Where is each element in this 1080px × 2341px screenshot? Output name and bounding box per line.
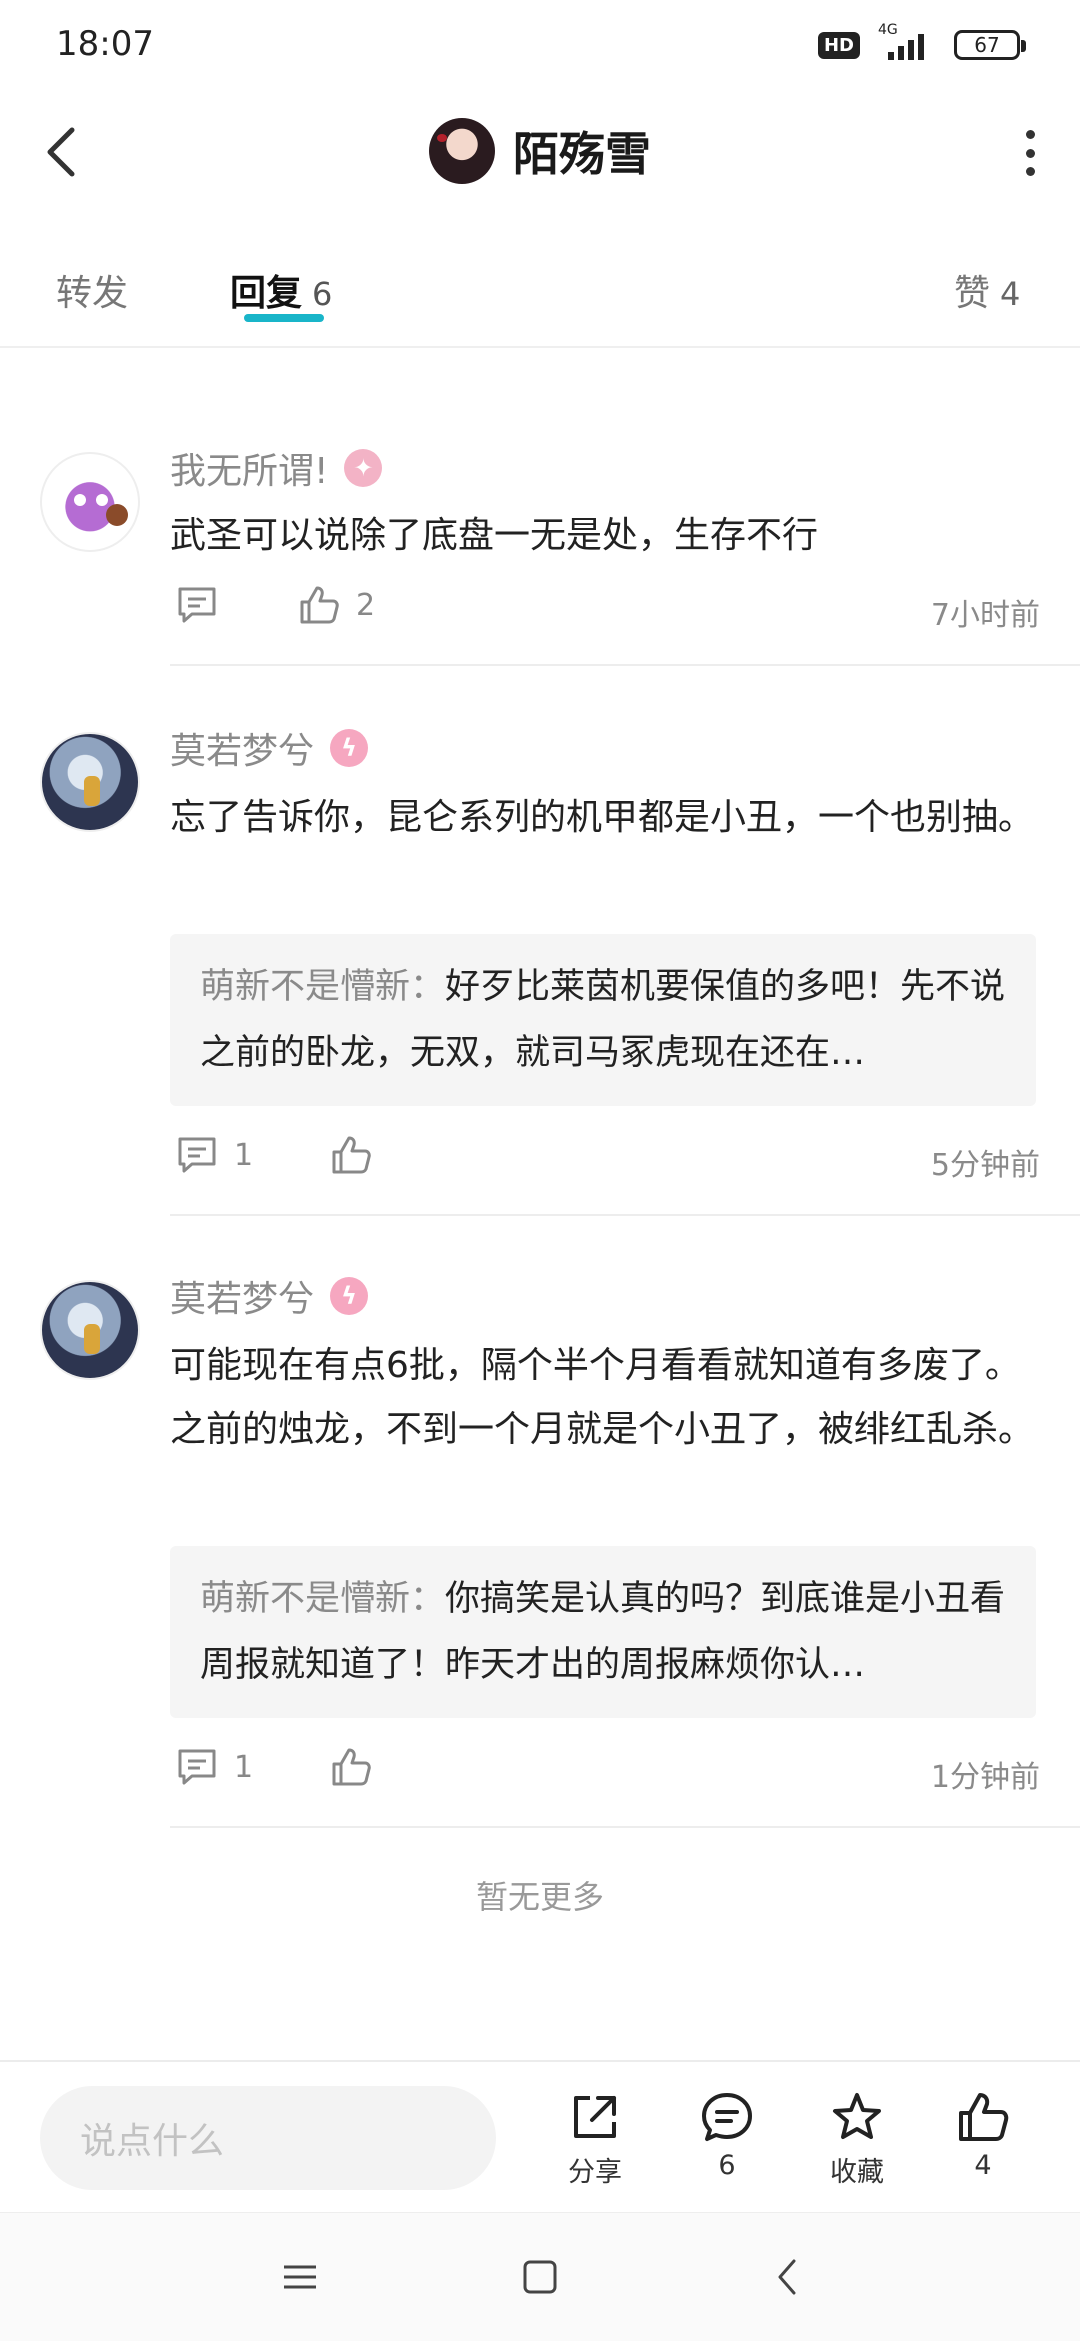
comment-input[interactable]: 说点什么: [40, 2086, 496, 2190]
more-dot-icon: [1025, 130, 1035, 139]
comment-actions: 2 7小时前: [170, 584, 1040, 644]
reply-button[interactable]: [176, 584, 218, 626]
comment-author[interactable]: 莫若梦兮: [170, 722, 314, 774]
battery-level: 67: [974, 33, 1000, 57]
chat-bubble-icon: [702, 2093, 752, 2141]
divider: [170, 1826, 1080, 1828]
hd-icon: HD: [817, 31, 860, 59]
avatar[interactable]: [40, 452, 140, 552]
header: 陌殇雪: [0, 92, 1080, 212]
status-icons: HD 4G 67: [817, 22, 1026, 62]
tab-likes[interactable]: 赞4: [954, 264, 1020, 316]
share-icon: [574, 2096, 616, 2138]
level-badge-icon: ϟ: [330, 1277, 369, 1315]
comment-author-row: 莫若梦兮 ϟ: [170, 1270, 369, 1322]
favorite-button[interactable]: 收藏: [802, 2090, 912, 2189]
like-button[interactable]: [330, 1134, 372, 1176]
no-more-text: 暂无更多: [475, 1878, 604, 1916]
square-icon: [523, 2260, 557, 2294]
tab-label: 赞: [954, 273, 991, 314]
system-back-button[interactable]: [768, 2257, 808, 2297]
tab-label: 转发: [56, 273, 129, 314]
share-button[interactable]: 分享: [540, 2090, 650, 2189]
comment-time: 5分钟前: [930, 1148, 1040, 1183]
quoted-reply[interactable]: 萌新不是懵新：你搞笑是认真的吗？到底谁是小丑看周报就知道了！昨天才出的周报麻烦你…: [170, 1546, 1036, 1718]
comment-author-row: 我无所谓! ✦: [170, 442, 383, 494]
tab-indicator: [244, 314, 324, 322]
comment-time: 7小时前: [930, 598, 1040, 633]
recent-apps-button[interactable]: [280, 2257, 320, 2297]
favorite-label: 收藏: [830, 2157, 884, 2188]
tab-count: 6: [312, 275, 333, 313]
comment-icon: [178, 587, 216, 623]
thumbs-up-icon: [332, 1136, 371, 1174]
avatar[interactable]: [40, 732, 140, 832]
status-time: 18:07: [56, 24, 154, 64]
thumbs-up-icon: [959, 2093, 1009, 2141]
like-count: 4: [974, 2150, 992, 2181]
battery-icon: 67: [954, 30, 1026, 60]
tab-forward[interactable]: 转发: [56, 264, 128, 316]
more-dot-icon: [1025, 167, 1035, 176]
like-button[interactable]: 2: [298, 584, 375, 626]
tab-bar: 转发 回复 6 赞4: [0, 238, 1080, 348]
comment-actions: 1 1分钟前: [170, 1746, 1040, 1806]
reply-count: 1: [234, 1137, 254, 1173]
user-avatar[interactable]: [429, 118, 495, 184]
comments-button[interactable]: 6: [672, 2090, 782, 2181]
like-button[interactable]: [330, 1746, 372, 1788]
bottom-action-bar: 说点什么 分享 6 收藏 4: [0, 2060, 1080, 2212]
comment-actions: 1 5分钟前: [170, 1134, 1040, 1194]
level-badge-icon: ϟ: [330, 729, 369, 767]
comment-body: 可能现在有点6批，隔个半个月看看就知道有多废了。之前的烛龙，不到一个月就是个小丑…: [170, 1345, 1035, 1450]
thumbs-up-icon: [332, 1748, 371, 1786]
comment-icon: [178, 1137, 216, 1173]
comment-icon: [178, 1749, 216, 1785]
thumbs-up-icon: [300, 586, 339, 624]
reply-button[interactable]: 1: [176, 1746, 253, 1788]
reply-button[interactable]: 1: [176, 1134, 253, 1176]
tab-replies[interactable]: 回复 6: [230, 264, 333, 322]
menu-icon: [284, 2265, 316, 2289]
star-icon: [833, 2093, 881, 2139]
quote-author: 萌新不是懵新: [200, 967, 411, 1007]
avatar[interactable]: [40, 1280, 140, 1380]
comment-author-row: 莫若梦兮 ϟ: [170, 722, 369, 774]
quoted-reply[interactable]: 萌新不是懵新：好歹比莱茵机要保值的多吧！先不说之前的卧龙，无双，就司马冢虎现在还…: [170, 934, 1036, 1106]
divider: [170, 1214, 1080, 1216]
divider: [170, 664, 1080, 666]
comment-body: 武圣可以说除了底盘一无是处，生存不行: [170, 515, 819, 556]
status-bar: 18:07 HD 4G 67: [0, 0, 1080, 92]
comment-time: 1分钟前: [930, 1760, 1040, 1795]
level-badge-icon: ✦: [344, 449, 383, 487]
comment-count: 6: [718, 2150, 736, 2181]
quote-author: 萌新不是懵新: [200, 1579, 411, 1619]
like-post-button[interactable]: 4: [928, 2090, 1038, 2181]
comment-author[interactable]: 我无所谓!: [170, 442, 328, 494]
home-button[interactable]: [520, 2257, 560, 2297]
tab-label: 回复: [230, 273, 303, 314]
comment-body: 忘了告诉你，昆仑系列的机甲都是小丑，一个也别抽。: [170, 797, 1035, 838]
more-options-button[interactable]: [1020, 130, 1040, 176]
share-label: 分享: [568, 2157, 622, 2188]
more-dot-icon: [1025, 148, 1035, 158]
system-nav-bar: [0, 2212, 1080, 2341]
like-count: 2: [356, 587, 376, 623]
page-title: 陌殇雪: [513, 127, 651, 181]
tab-count: 4: [1000, 275, 1021, 313]
chevron-left-icon: [778, 2259, 796, 2295]
title-area[interactable]: 陌殇雪: [0, 118, 1080, 184]
reply-count: 1: [234, 1749, 254, 1785]
signal-icon: 4G: [872, 22, 942, 62]
comment-author[interactable]: 莫若梦兮: [170, 1270, 314, 1322]
